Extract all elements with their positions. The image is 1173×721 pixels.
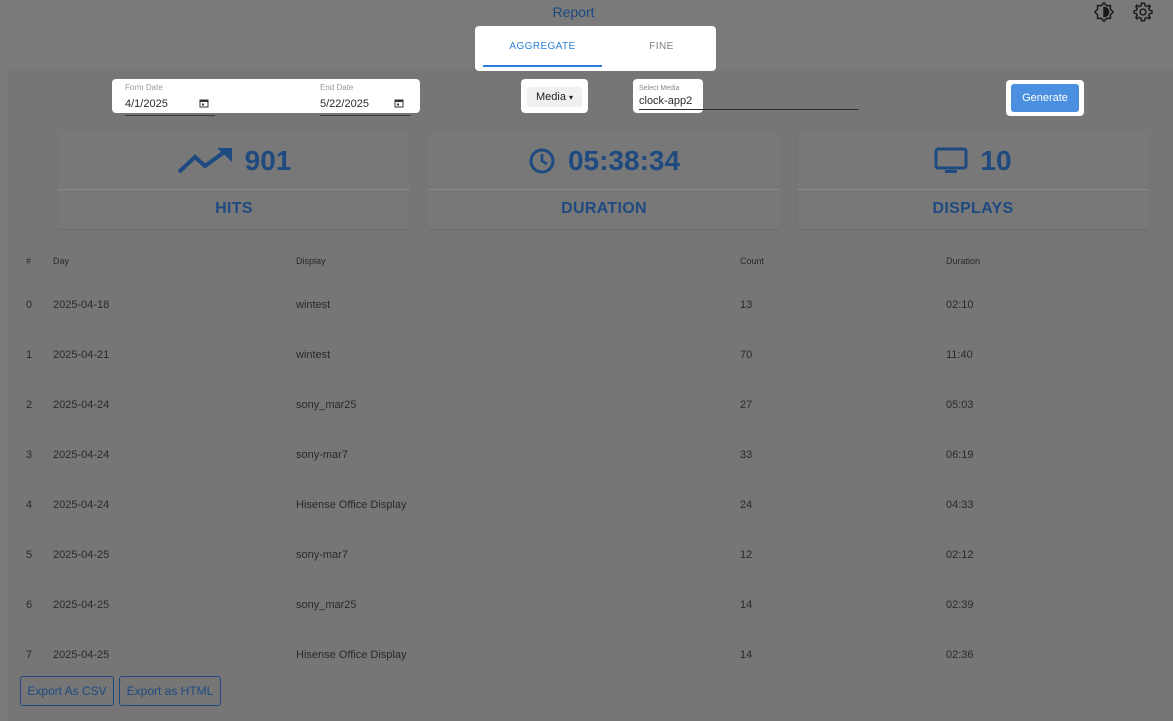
brightness-icon[interactable] <box>1092 0 1116 24</box>
select-media-input[interactable]: clock-app2 <box>639 95 692 107</box>
end-date-field[interactable]: End Date 5/22/2025 <box>320 79 410 119</box>
row-index: 5 <box>26 549 33 561</box>
end-date-underline <box>320 115 410 116</box>
monitor-icon <box>934 147 968 173</box>
table-row: 0 2025-04-18 wintest 13 02:10 <box>8 298 1173 348</box>
row-day: 2025-04-21 <box>53 349 110 361</box>
row-duration: 02:12 <box>946 549 974 561</box>
stat-divider <box>797 189 1149 190</box>
select-media-underline <box>639 109 859 110</box>
clock-icon <box>529 148 555 173</box>
from-date-value[interactable]: 4/1/2025 <box>125 98 168 110</box>
active-tab-indicator <box>483 65 602 67</box>
calendar-icon[interactable] <box>394 98 404 108</box>
stat-divider <box>58 189 410 190</box>
select-media-card: Select Media clock-app2 <box>633 79 703 113</box>
row-count: 14 <box>740 649 753 661</box>
end-date-label: End Date <box>320 83 354 92</box>
row-display: wintest <box>296 299 331 311</box>
displays-label: DISPLAYS <box>932 200 1014 217</box>
row-day: 2025-04-24 <box>53 449 110 461</box>
row-display: wintest <box>296 349 331 361</box>
row-count: 12 <box>740 549 753 561</box>
tab-bar: AGGREGATE FINE <box>475 26 716 71</box>
stat-card-displays: 10 DISPLAYS <box>797 132 1149 229</box>
row-duration: 06:19 <box>946 449 974 461</box>
row-day: 2025-04-24 <box>53 499 110 511</box>
from-date-label: Form Date <box>125 83 163 92</box>
row-index: 2 <box>26 399 33 411</box>
stat-card-duration: 05:38:34 DURATION <box>428 132 780 229</box>
row-index: 3 <box>26 449 33 461</box>
row-duration: 11:40 <box>946 349 973 361</box>
trending-up-icon <box>177 147 232 173</box>
generate-card: Generate <box>1006 80 1084 116</box>
row-day: 2025-04-25 <box>53 599 110 611</box>
row-count: 27 <box>740 399 753 411</box>
row-display: Hisense Office Display <box>296 649 407 661</box>
row-index: 6 <box>26 599 33 611</box>
row-count: 33 <box>740 449 753 461</box>
table-row: 4 2025-04-24 Hisense Office Display 24 0… <box>8 498 1173 548</box>
chevron-down-icon: ▾ <box>568 92 573 102</box>
from-date-field[interactable]: Form Date 4/1/2025 <box>125 79 215 119</box>
stat-card-hits: 901 HITS <box>58 132 410 229</box>
row-duration: 05:03 <box>946 399 974 411</box>
row-duration: 02:10 <box>946 299 974 311</box>
row-count: 70 <box>740 349 753 361</box>
row-count: 24 <box>740 499 753 511</box>
media-type-value: Media <box>536 91 566 103</box>
column-header-count: Count <box>740 256 765 266</box>
column-header-duration: Duration <box>946 256 981 266</box>
duration-value: 05:38:34 <box>567 144 681 176</box>
row-duration: 02:39 <box>946 599 974 611</box>
calendar-icon[interactable] <box>199 98 209 108</box>
row-display: Hisense Office Display <box>296 499 407 511</box>
row-display: sony_mar25 <box>296 399 357 411</box>
table-row: 5 2025-04-25 sony-mar7 12 02:12 <box>8 548 1173 598</box>
stat-divider <box>428 189 780 190</box>
row-display: sony_mar25 <box>296 599 357 611</box>
table-row: 2 2025-04-24 sony_mar25 27 05:03 <box>8 398 1173 448</box>
row-index: 0 <box>26 299 33 311</box>
row-day: 2025-04-25 <box>53 549 110 561</box>
page-title: Report <box>552 4 595 20</box>
media-type-card: Media ▾ <box>521 79 588 113</box>
row-index: 4 <box>26 499 33 511</box>
row-index: 7 <box>26 649 33 661</box>
row-day: 2025-04-24 <box>53 399 110 411</box>
row-day: 2025-04-25 <box>53 649 110 661</box>
export-html-button[interactable]: Export as HTML <box>119 676 221 706</box>
row-display: sony-mar7 <box>296 449 348 461</box>
from-date-underline <box>125 115 215 116</box>
hits-label: HITS <box>215 200 253 217</box>
row-display: sony-mar7 <box>296 549 348 561</box>
row-count: 14 <box>740 599 753 611</box>
duration-label: DURATION <box>561 200 647 217</box>
column-header-display: Display <box>296 256 326 266</box>
column-header-index: # <box>26 256 32 266</box>
table-row: 6 2025-04-25 sony_mar25 14 02:39 <box>8 598 1173 648</box>
gear-icon[interactable] <box>1131 0 1155 24</box>
tab-aggregate[interactable]: AGGREGATE <box>483 26 602 66</box>
generate-button[interactable]: Generate <box>1011 84 1079 112</box>
select-media-label: Select Media <box>639 85 680 92</box>
row-duration: 02:36 <box>946 649 974 661</box>
hits-value: 901 <box>244 144 292 176</box>
row-duration: 04:33 <box>946 499 974 511</box>
media-type-select[interactable]: Media ▾ <box>527 87 582 107</box>
date-range-card: Form Date 4/1/2025 End Date 5/22/2025 <box>112 79 420 116</box>
displays-value: 10 <box>980 144 1012 176</box>
export-csv-button[interactable]: Export As CSV <box>20 676 114 706</box>
table-row: 1 2025-04-21 wintest 70 11:40 <box>8 348 1173 398</box>
table-row: 3 2025-04-24 sony-mar7 33 06:19 <box>8 448 1173 498</box>
row-day: 2025-04-18 <box>53 299 110 311</box>
row-count: 13 <box>740 299 753 311</box>
end-date-value[interactable]: 5/22/2025 <box>320 98 369 110</box>
tab-fine[interactable]: FINE <box>602 26 721 66</box>
row-index: 1 <box>26 349 33 361</box>
column-header-day: Day <box>53 256 70 266</box>
